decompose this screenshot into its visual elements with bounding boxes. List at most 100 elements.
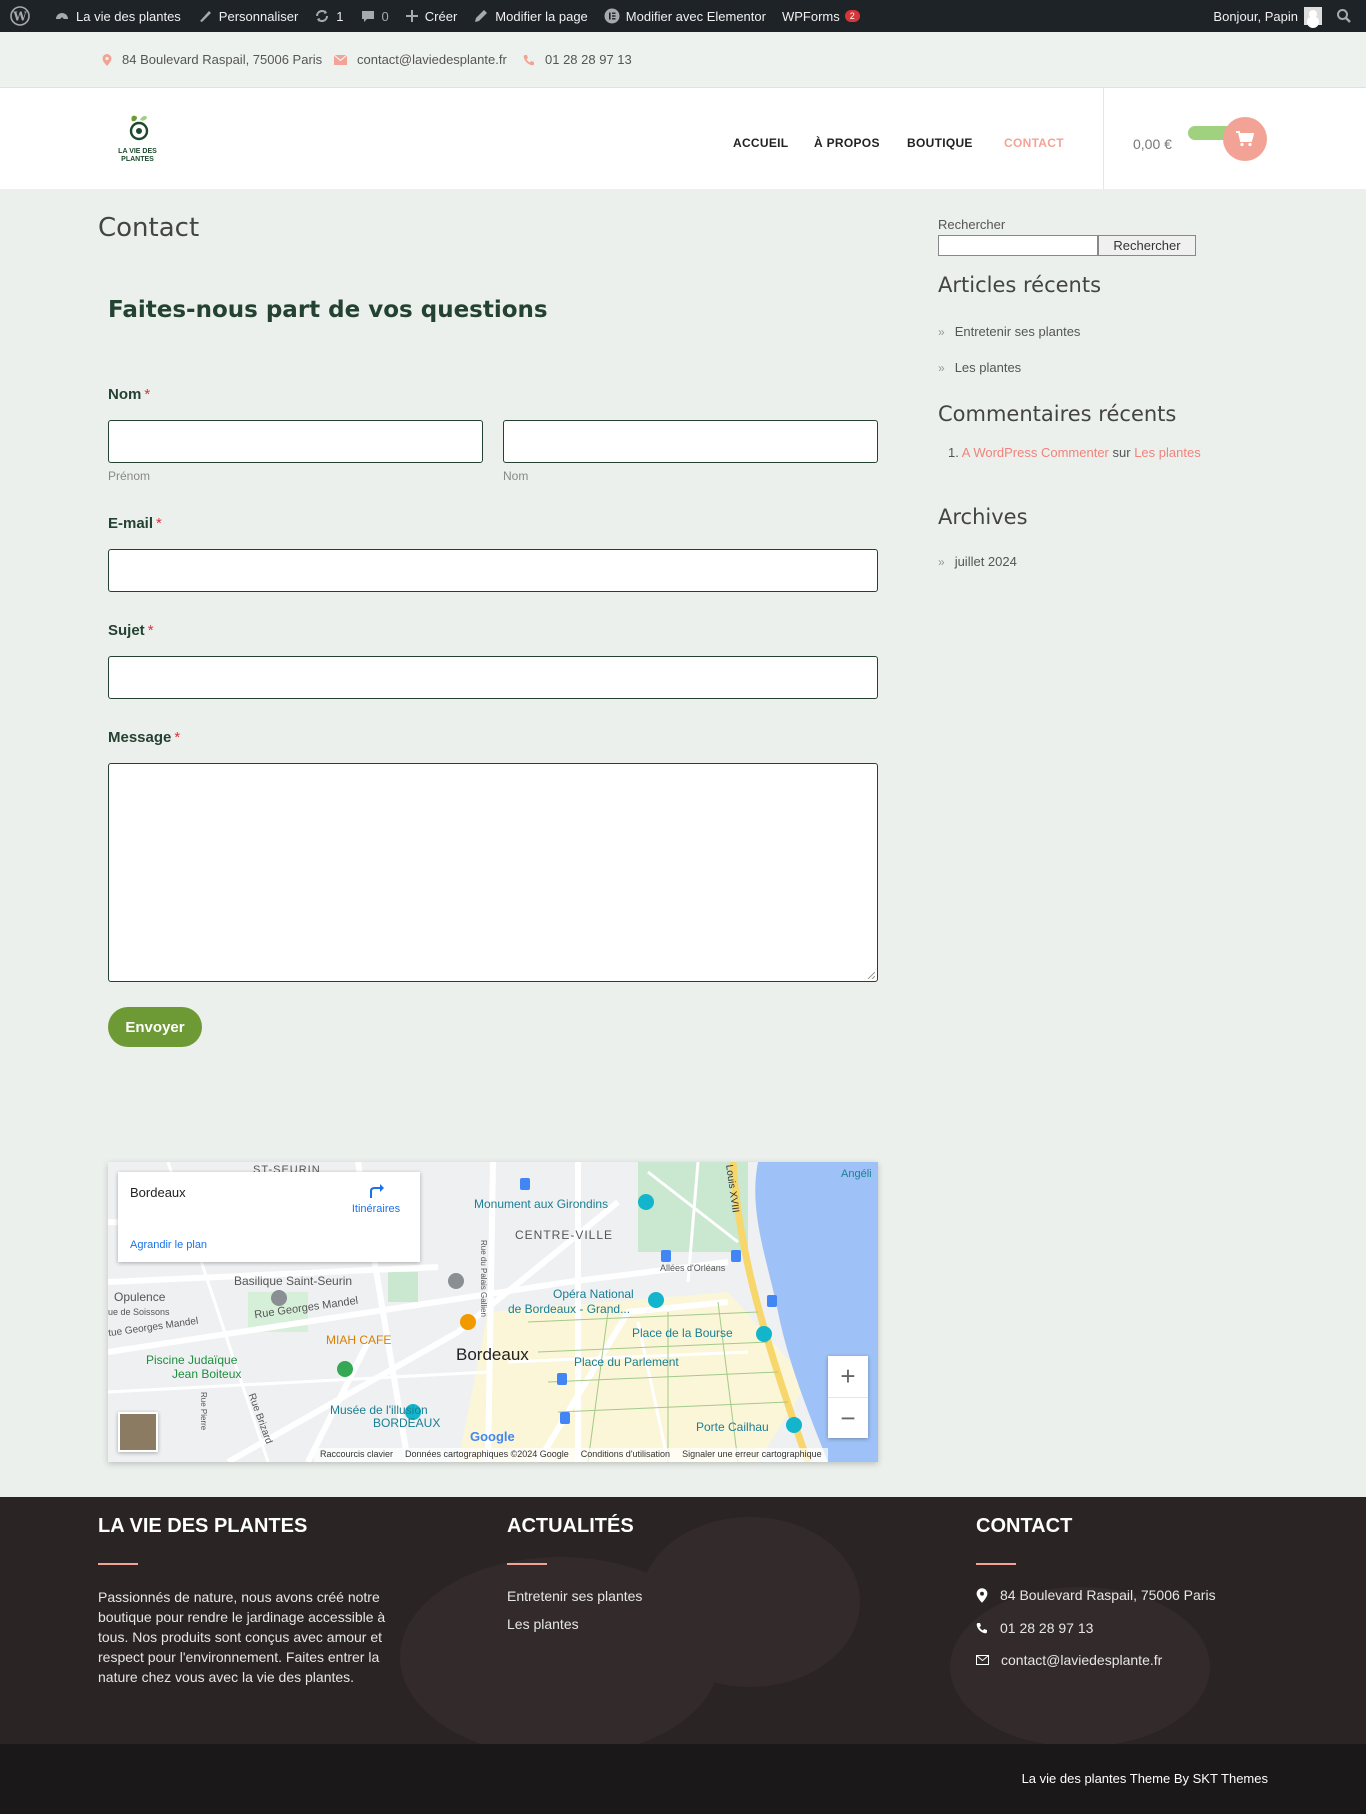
customize-link[interactable]: Personnaliser — [189, 0, 307, 32]
customize-label: Personnaliser — [218, 8, 299, 24]
cart-total[interactable]: 0,00 € — [1133, 136, 1172, 152]
recent-comments-title: Commentaires récents — [938, 402, 1177, 426]
shopping-cart-icon — [1236, 131, 1254, 147]
admin-search-icon[interactable] — [1330, 0, 1366, 32]
refresh-icon — [316, 10, 329, 22]
map-label: Place du Parlement — [574, 1355, 679, 1369]
directions-link[interactable]: Itinéraires — [346, 1180, 406, 1215]
message-textarea[interactable] — [108, 763, 878, 982]
wordpress-logo-icon[interactable]: W — [0, 0, 46, 32]
map-label: Opulence — [114, 1290, 166, 1304]
directions-label: Itinéraires — [351, 1203, 401, 1215]
first-name-sublabel: Prénom — [108, 469, 151, 483]
logo-text-line1: LA VIE DES — [118, 148, 157, 155]
subject-label-text: Sujet — [108, 622, 145, 639]
resize-handle-icon[interactable] — [867, 971, 875, 979]
zoom-in-button[interactable]: + — [828, 1356, 868, 1397]
last-name-sublabel: Nom — [503, 469, 529, 483]
topbar-email-text: contact@laviedesplante.fr — [357, 52, 507, 67]
name-label: Nom * — [108, 386, 150, 403]
create-label: Créer — [424, 8, 458, 24]
admin-bar-right: Bonjour, Papin — [1205, 0, 1366, 32]
satellite-toggle[interactable] — [118, 1412, 158, 1452]
nav-item-boutique[interactable]: BOUTIQUE — [907, 136, 973, 150]
recent-post-item[interactable]: » Entretenir ses plantes — [938, 324, 1080, 339]
envelope-icon — [976, 1655, 989, 1665]
zoom-out-button[interactable]: − — [828, 1397, 868, 1438]
updates-count: 1 — [336, 8, 344, 24]
enlarge-map-link[interactable]: Agrandir le plan — [130, 1239, 207, 1251]
comment-icon — [361, 11, 374, 22]
recent-posts-title: Articles récents — [938, 273, 1102, 297]
comment-number: 1. — [948, 445, 959, 460]
updates-link[interactable]: 1 — [306, 0, 351, 32]
subject-field[interactable] — [108, 656, 878, 699]
recent-post-link: Les plantes — [954, 360, 1022, 375]
map-attribution: Raccourcis clavier Données cartographiqu… — [314, 1448, 828, 1462]
google-map[interactable]: ST-SEURIN Monument aux Girondins CENTRE-… — [108, 1162, 878, 1462]
topbar-address: 84 Boulevard Raspail, 75006 Paris — [102, 52, 322, 67]
message-label-text: Message — [108, 729, 172, 746]
search-label: Rechercher — [938, 217, 1006, 232]
cart-button[interactable] — [1223, 117, 1267, 161]
archives-title: Archives — [938, 505, 1028, 529]
nav-item-contact[interactable]: CONTACT — [1004, 136, 1064, 150]
footer-title-contact: CONTACT — [976, 1515, 1073, 1537]
account-greeting: Bonjour, Papin — [1213, 8, 1298, 24]
comment-on-text: sur — [1112, 445, 1131, 460]
recent-comment-item: 1. A WordPress Commenter sur Les plantes — [948, 445, 1201, 460]
footer-email[interactable]: contact@laviedesplante.fr — [976, 1652, 1162, 1668]
nav-item-accueil[interactable]: ACCUEIL — [733, 136, 788, 150]
archive-item[interactable]: » juillet 2024 — [938, 554, 1017, 569]
map-label: Basilique Saint-Seurin — [234, 1274, 353, 1288]
topbar-address-text: 84 Boulevard Raspail, 75006 Paris — [122, 52, 323, 67]
account-menu[interactable]: Bonjour, Papin — [1205, 0, 1330, 32]
map-label: Opéra National — [553, 1287, 634, 1301]
footer-news-link[interactable]: Entretenir ses plantes — [507, 1586, 642, 1606]
edit-page-link[interactable]: Modifier la page — [465, 0, 596, 32]
wpforms-menu[interactable]: WPForms 2 — [774, 0, 868, 32]
wpforms-badge: 2 — [844, 10, 860, 22]
site-name-menu[interactable]: La vie des plantes — [46, 0, 189, 32]
submit-button[interactable]: Envoyer — [108, 1007, 202, 1047]
recent-post-item[interactable]: » Les plantes — [938, 360, 1021, 375]
keyboard-shortcuts-link[interactable]: Raccourcis clavier — [320, 1449, 393, 1461]
map-zoom-controls: + − — [828, 1356, 868, 1438]
comment-post-link[interactable]: Les plantes — [1134, 445, 1201, 460]
map-label: CENTRE-VILLE — [515, 1228, 614, 1242]
page-title: Contact — [98, 213, 200, 243]
terms-link[interactable]: Conditions d'utilisation — [581, 1449, 670, 1461]
footer-phone[interactable]: 01 28 28 97 13 — [976, 1620, 1093, 1636]
nav-item-a-propos[interactable]: À PROPOS — [814, 136, 880, 150]
required-mark: * — [174, 729, 181, 746]
top-info-bar: 84 Boulevard Raspail, 75006 Paris contac… — [0, 32, 1366, 88]
edit-elementor-link[interactable]: Modifier avec Elementor — [596, 0, 774, 32]
footer-news-link[interactable]: Les plantes — [507, 1614, 579, 1634]
site-name: La vie des plantes — [76, 8, 181, 24]
footer-divider — [976, 1563, 1016, 1565]
map-label: Porte Cailhau — [696, 1420, 769, 1434]
comment-author-link[interactable]: A WordPress Commenter — [962, 445, 1109, 460]
first-name-input[interactable] — [108, 420, 483, 463]
search-input[interactable] — [938, 235, 1098, 256]
footer-credit[interactable]: La vie des plantes Theme By SKT Themes — [1022, 1771, 1268, 1786]
create-menu[interactable]: Créer — [397, 0, 466, 32]
search-button[interactable]: Rechercher — [1098, 235, 1196, 256]
map-pin-icon — [976, 1587, 988, 1603]
report-error-link[interactable]: Signaler une erreur cartographique — [682, 1449, 822, 1461]
header-divider — [1103, 88, 1104, 189]
map-label: ue de Soissons — [108, 1307, 170, 1317]
comments-link[interactable]: 0 — [352, 0, 397, 32]
map-place-name: Bordeaux — [130, 1185, 186, 1200]
phone-icon — [976, 1623, 987, 1634]
site-logo[interactable]: LA VIE DES PLANTES — [110, 113, 165, 163]
map-label: Jean Boiteux — [172, 1367, 242, 1381]
topbar-email[interactable]: contact@laviedesplante.fr — [334, 52, 507, 67]
form-heading: Faites-nous part de vos questions — [108, 297, 548, 323]
map-label: Musée de l'illusion — [330, 1403, 428, 1417]
last-name-input[interactable] — [503, 420, 878, 463]
svg-text:W: W — [12, 10, 27, 24]
email-field[interactable] — [108, 549, 878, 592]
subject-label: Sujet * — [108, 622, 154, 639]
topbar-phone[interactable]: 01 28 28 97 13 — [523, 52, 632, 67]
